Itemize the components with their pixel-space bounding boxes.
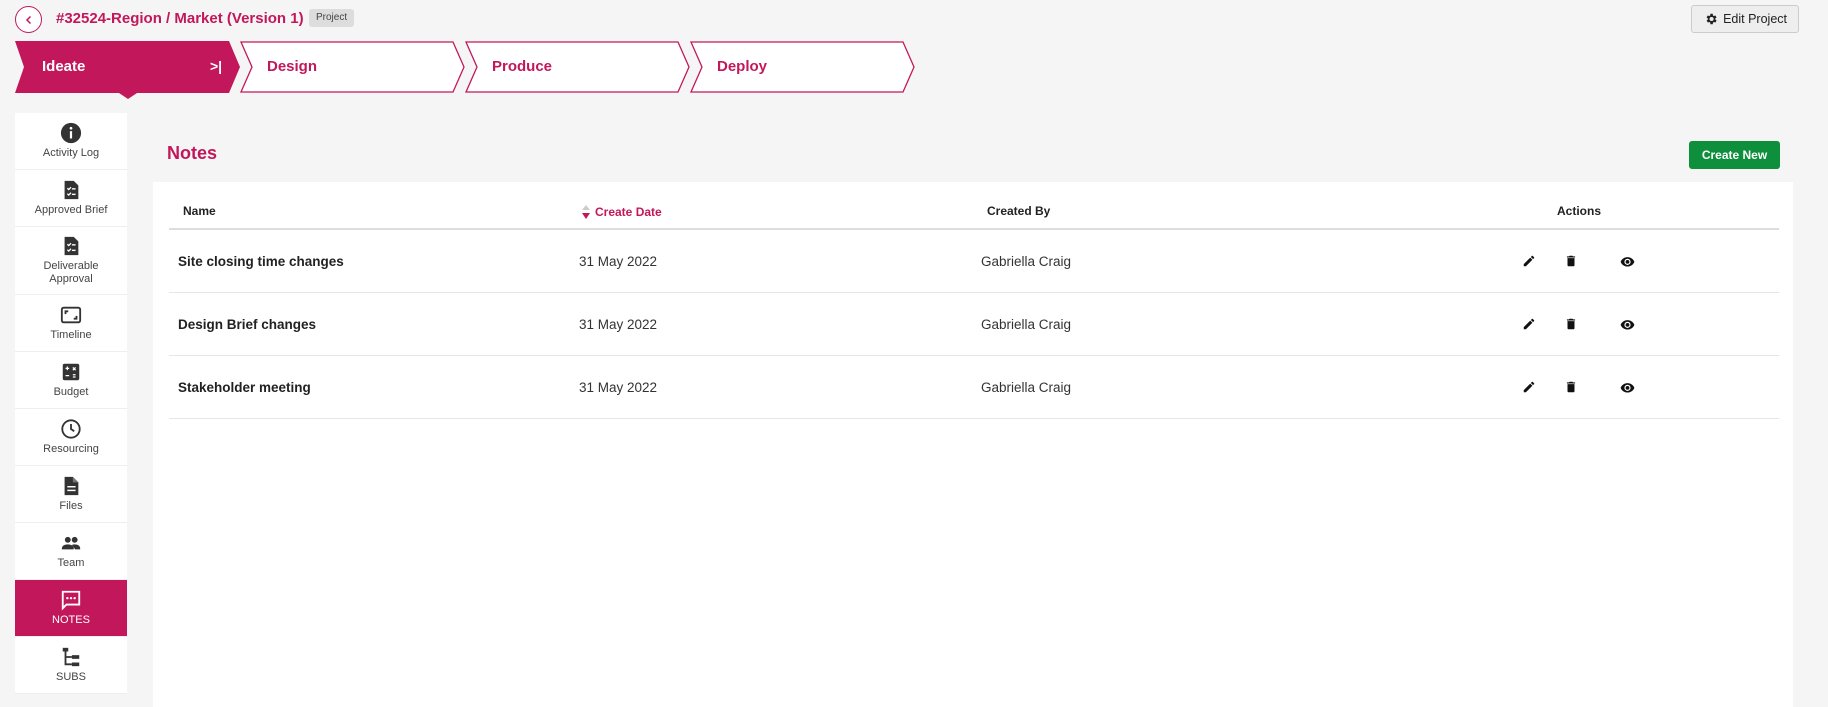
sidebar-item-subs[interactable]: SUBS <box>15 637 127 694</box>
sidebar-item-resourcing[interactable]: Resourcing <box>15 409 127 466</box>
sidebar-item-files[interactable]: Files <box>15 466 127 523</box>
sidebar-item-label: Files <box>59 500 83 512</box>
note-name[interactable]: Design Brief changes <box>178 317 316 332</box>
sidebar-item-label: NOTES <box>52 614 90 626</box>
chat-bubble-icon <box>61 590 81 611</box>
chevron-left-icon <box>25 15 31 24</box>
step-ideate[interactable]: Ideate >| <box>15 41 240 99</box>
checklist-doc-icon <box>64 180 79 200</box>
sidebar-item-label: Timeline <box>50 329 92 341</box>
note-name[interactable]: Stakeholder meeting <box>178 380 311 395</box>
table-row: Site closing time changes 31 May 2022 Ga… <box>169 230 1779 293</box>
sidebar-item-label: Activity Log <box>42 147 100 159</box>
notes-panel: Name Create Date Created By Actions Site… <box>153 182 1793 707</box>
column-header-create-date-label: Create Date <box>595 205 662 219</box>
column-header-actions: Actions <box>1557 204 1602 218</box>
project-title: #32524-Region / Market (Version 1) <box>56 10 304 27</box>
calculator-icon <box>62 363 80 381</box>
edit-project-label: Edit Project <box>1723 12 1787 26</box>
notes-title: Notes <box>167 143 218 163</box>
sidebar-item-deliverable-approval[interactable]: Deliverable Approval <box>15 227 127 295</box>
sidebar-item-label: Team <box>57 557 85 569</box>
note-create-date: 31 May 2022 <box>579 254 658 269</box>
step-deploy-label: Deploy <box>717 58 768 75</box>
note-create-date: 31 May 2022 <box>579 317 658 332</box>
table-row: Stakeholder meeting 31 May 2022 Gabriell… <box>169 356 1779 419</box>
sidebar-item-notes[interactable]: NOTES <box>15 580 127 637</box>
step-deploy[interactable]: Deploy <box>690 41 915 93</box>
table-header: Name Create Date Created By Actions <box>169 182 1779 230</box>
step-produce[interactable]: Produce <box>465 41 690 93</box>
delete-icon[interactable] <box>1562 315 1580 333</box>
sidebar-item-label: SUBS <box>56 671 86 683</box>
view-icon[interactable] <box>1618 252 1636 270</box>
clock-icon <box>61 419 81 439</box>
view-icon[interactable] <box>1618 315 1636 333</box>
delete-icon[interactable] <box>1562 252 1580 270</box>
back-button[interactable] <box>15 6 42 33</box>
table-row: Design Brief changes 31 May 2022 Gabriel… <box>169 293 1779 356</box>
sidebar-item-label: Approved Brief <box>34 204 108 216</box>
sidebar-item-label: Budget <box>53 386 89 398</box>
tree-list-icon <box>62 647 80 667</box>
sidebar-item-label: Deliverable Approval <box>43 260 99 285</box>
info-icon <box>60 122 82 144</box>
step-ideate-label: Ideate <box>42 58 86 75</box>
project-sidebar: Activity Log Approved Brief Deliverable … <box>15 113 127 694</box>
step-design[interactable]: Design <box>240 41 465 93</box>
page-header: #32524-Region / Market (Version 1) Proje… <box>0 0 1828 40</box>
column-header-name[interactable]: Name <box>183 204 216 218</box>
create-new-button[interactable]: Create New <box>1689 141 1780 169</box>
sidebar-item-activity-log[interactable]: Activity Log <box>15 113 127 170</box>
edit-icon[interactable] <box>1520 315 1538 333</box>
sidebar-item-label: Resourcing <box>43 443 99 455</box>
step-produce-label: Produce <box>492 58 553 75</box>
note-created-by: Gabriella Craig <box>981 317 1072 332</box>
step-design-label: Design <box>267 58 318 75</box>
edit-icon[interactable] <box>1520 252 1538 270</box>
people-icon <box>61 536 81 550</box>
sidebar-item-timeline[interactable]: Timeline <box>15 295 127 352</box>
file-icon <box>64 476 79 496</box>
note-created-by: Gabriella Craig <box>981 380 1072 395</box>
column-header-created-by[interactable]: Created By <box>987 204 1050 218</box>
note-name[interactable]: Site closing time changes <box>178 254 344 269</box>
gear-icon <box>1706 13 1717 25</box>
edit-icon[interactable] <box>1520 378 1538 396</box>
column-header-create-date[interactable]: Create Date <box>581 204 662 220</box>
sidebar-item-team[interactable]: Team <box>15 523 127 580</box>
edit-project-button[interactable]: Edit Project <box>1691 5 1799 33</box>
delete-icon[interactable] <box>1562 378 1580 396</box>
view-icon[interactable] <box>1618 378 1636 396</box>
notes-table: Name Create Date Created By Actions Site… <box>169 182 1779 419</box>
sidebar-item-budget[interactable]: Budget <box>15 352 127 409</box>
project-badge: Project <box>309 9 355 27</box>
sort-desc-icon <box>582 205 590 219</box>
collapse-step-icon[interactable]: >| <box>210 58 222 74</box>
sidebar-item-approved-brief[interactable]: Approved Brief <box>15 170 127 227</box>
note-created-by: Gabriella Craig <box>981 254 1072 269</box>
aspect-frame-icon <box>60 306 82 324</box>
checklist-doc-icon <box>64 236 79 256</box>
note-create-date: 31 May 2022 <box>579 380 658 395</box>
